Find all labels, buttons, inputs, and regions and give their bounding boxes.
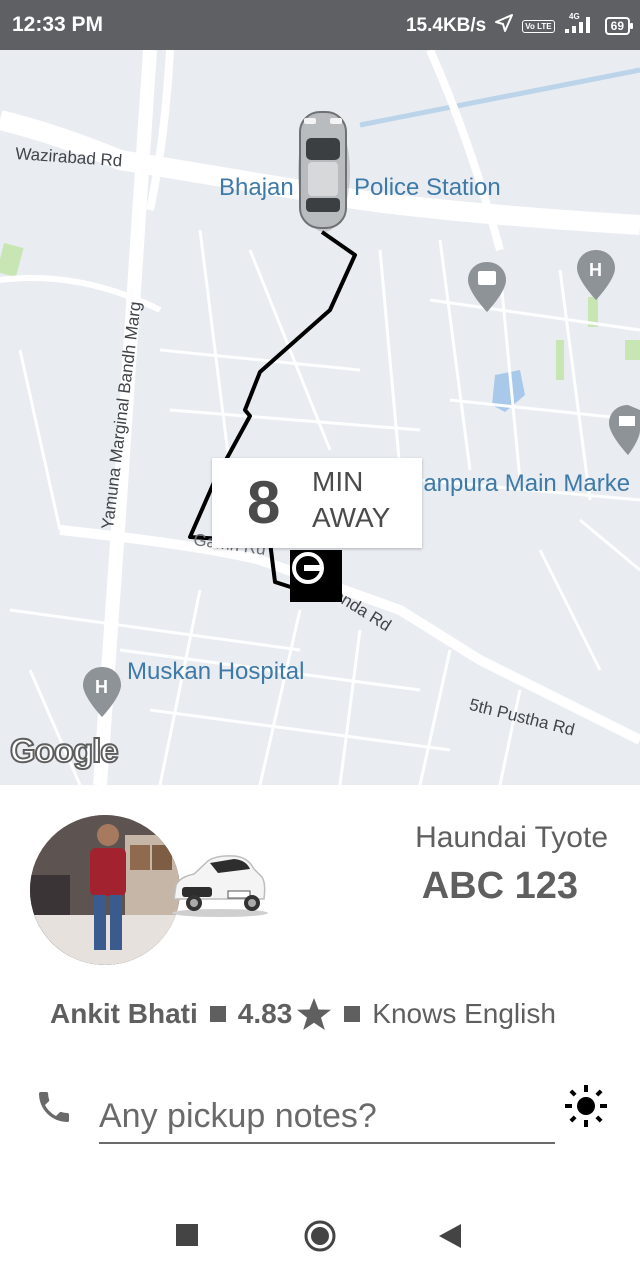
driver-language: Knows English	[372, 998, 556, 1029]
square-icon[interactable]	[176, 1224, 198, 1250]
status-indicators: 15.4KB/s Vo LTE 4G 69	[405, 12, 634, 40]
poi-label: Muskan Hospital	[127, 658, 305, 685]
svg-text:H: H	[95, 677, 108, 697]
car-icon	[298, 111, 350, 232]
uber-logo-icon[interactable]	[290, 550, 342, 602]
signal-icon: 4G	[563, 12, 597, 40]
pickup-notes-input[interactable]	[99, 1090, 555, 1144]
driver-panel: Haundai Tyote ABC 123 Ankit Bhati 4.83 K…	[0, 785, 640, 1191]
network-speed: 15.4KB/s	[405, 15, 487, 36]
separator-square	[344, 1006, 361, 1022]
eta-unit-away: AWAY	[312, 502, 391, 533]
car-photo	[168, 847, 270, 923]
status-time: 12:33 PM	[12, 13, 104, 36]
location-arrow-icon	[494, 13, 514, 39]
poi-label: janpura Main Marke	[418, 470, 631, 497]
police-pin-icon	[468, 262, 506, 312]
driver-name: Ankit Bhati	[50, 998, 198, 1029]
svg-text:4G: 4G	[569, 12, 580, 21]
eta-unit-min: MIN	[312, 466, 364, 497]
driver-rating: 4.83	[237, 998, 293, 1029]
shopping-pin-icon	[609, 405, 640, 455]
triangle-icon[interactable]	[439, 1224, 461, 1252]
car-plate: ABC 123	[421, 865, 578, 907]
hospital-pin-icon: H	[83, 667, 121, 717]
status-bar: 12:33 PM 15.4KB/s Vo LTE 4G 69	[0, 0, 640, 50]
driver-info-line: Ankit Bhati 4.83 Knows English	[50, 997, 556, 1031]
volte-icon: Vo LTE	[522, 19, 555, 33]
circle-icon[interactable]	[303, 1219, 337, 1257]
map-view[interactable]: H H Wazirabad Rd Bhajan Police Station Y…	[0, 50, 640, 785]
battery-icon: 69	[604, 17, 634, 35]
eta-minutes: 8	[247, 469, 281, 536]
poi-label: Police Station	[354, 174, 501, 201]
phone-icon[interactable]	[34, 1087, 74, 1131]
eta-card: 8 MIN AWAY	[212, 458, 422, 548]
driver-avatar[interactable]	[30, 815, 180, 965]
hospital-pin-icon: H	[577, 250, 615, 300]
brightness-icon[interactable]	[563, 1083, 609, 1133]
separator-square	[209, 1006, 226, 1022]
google-logo: Google	[9, 731, 120, 770]
car-model: Haundai Tyote	[415, 821, 608, 854]
eta-unit: MIN AWAY	[312, 464, 390, 536]
star-icon	[292, 997, 332, 1031]
svg-text:H: H	[589, 260, 602, 280]
system-nav-bar	[0, 1190, 640, 1280]
poi-label: Bhajan	[219, 174, 294, 201]
